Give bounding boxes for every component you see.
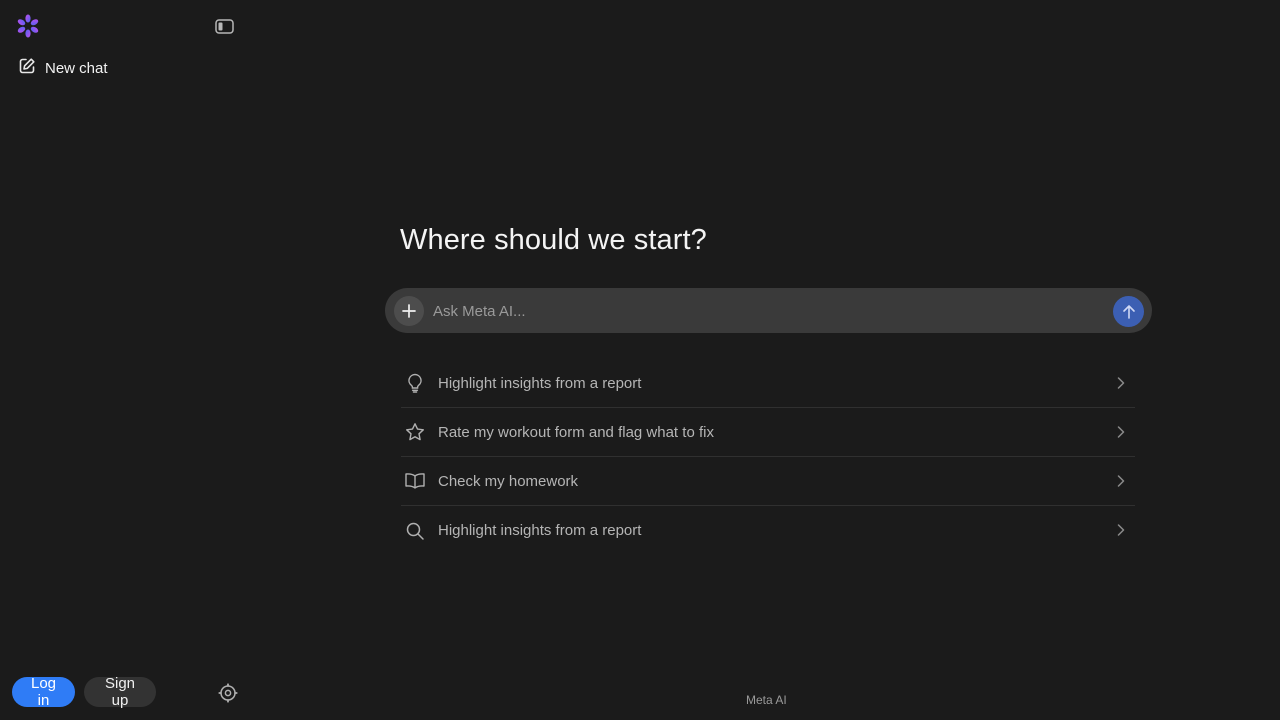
- book-icon: [402, 468, 428, 494]
- chevron-right-icon: [1113, 473, 1129, 489]
- app-root: New chat Log in Sign up Where should we …: [0, 0, 1280, 720]
- footer-brand: Meta AI: [746, 693, 787, 707]
- page-title: Where should we start?: [400, 224, 707, 256]
- prompt-input[interactable]: [433, 296, 1093, 326]
- star-icon: [402, 419, 428, 445]
- suggestion-label: Check my homework: [438, 472, 579, 490]
- chevron-right-icon: [1113, 522, 1129, 538]
- meta-ai-logo-icon[interactable]: [15, 13, 41, 39]
- search-icon: [402, 518, 428, 544]
- chevron-right-icon: [1113, 375, 1129, 391]
- new-chat-button[interactable]: New chat: [10, 53, 116, 83]
- signup-button[interactable]: Sign up: [84, 675, 156, 709]
- suggestion-label: Highlight insights from a report: [438, 522, 642, 539]
- gear-icon[interactable]: [216, 681, 240, 705]
- plus-icon[interactable]: [394, 296, 424, 326]
- suggestion-item[interactable]: Rate my workout form and flag what to fi…: [401, 408, 1135, 457]
- auth-buttons: Log in Sign up: [12, 675, 156, 709]
- login-button[interactable]: Log in: [12, 675, 75, 709]
- arrow-up-icon[interactable]: [1113, 296, 1144, 327]
- suggestion-label: Rate my workout form and flag what to fi…: [438, 423, 714, 441]
- sidebar-toggle-icon[interactable]: [212, 15, 236, 37]
- lightbulb-icon: [402, 370, 428, 396]
- suggestion-item[interactable]: Highlight insights from a report: [401, 506, 1135, 555]
- sidebar: New chat Log in Sign up: [0, 0, 250, 720]
- suggestion-list: Highlight insights from a report Rate my…: [401, 359, 1135, 555]
- chevron-right-icon: [1113, 424, 1129, 440]
- suggestion-item[interactable]: Check my homework: [401, 457, 1135, 506]
- suggestion-item[interactable]: Highlight insights from a report: [401, 359, 1135, 408]
- new-chat-label: New chat: [45, 59, 108, 77]
- edit-icon: [18, 57, 36, 80]
- composer: [385, 288, 1152, 333]
- suggestion-label: Highlight insights from a report: [438, 374, 642, 392]
